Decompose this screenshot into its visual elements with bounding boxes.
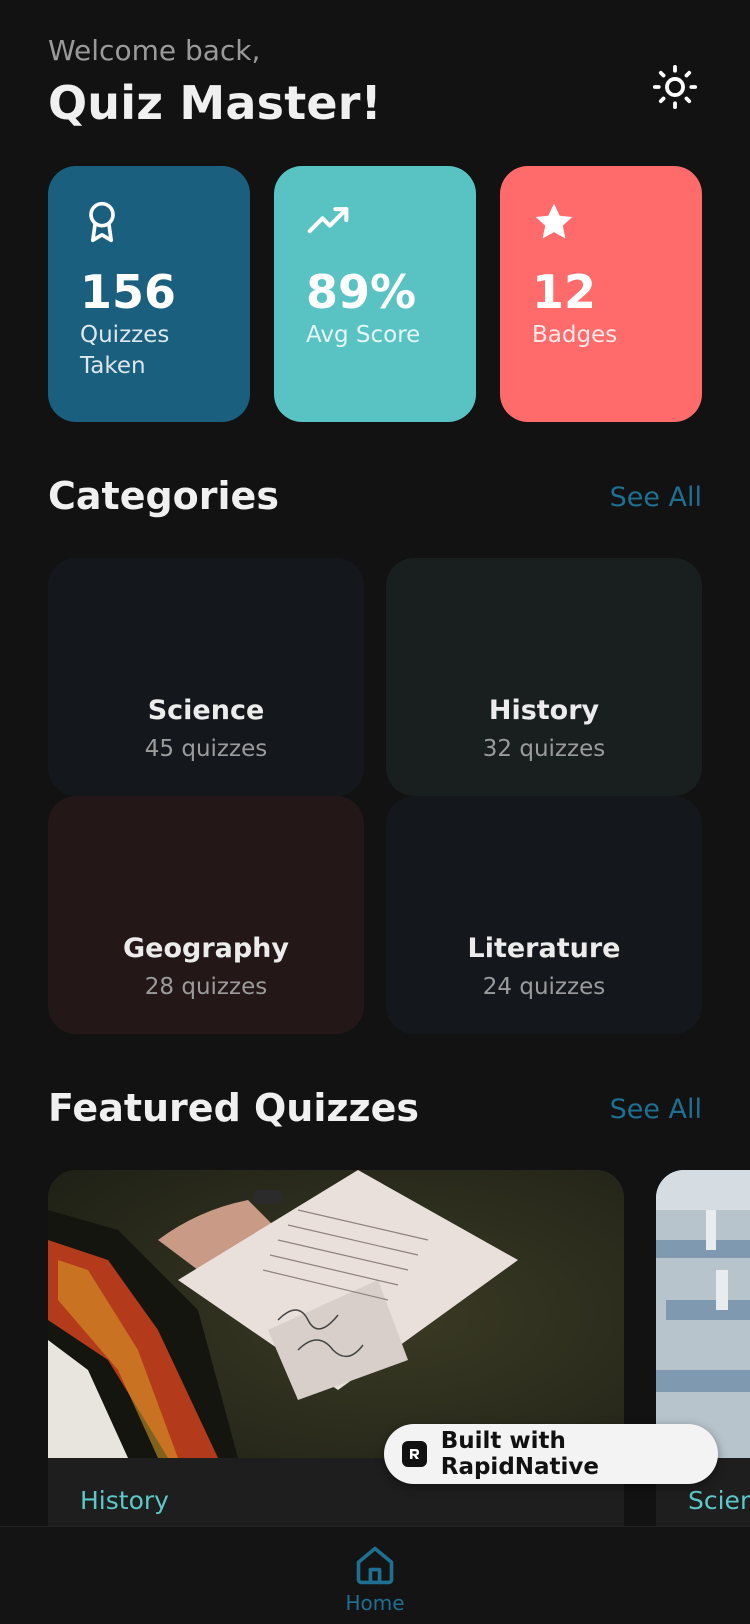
category-name: Science [147,695,265,726]
trending-up-icon [307,207,349,234]
stat-value: 12 [532,265,597,319]
stat-value: 89% [306,265,417,319]
featured-quiz-image [656,1170,750,1458]
header: Welcome back, Quiz Master! [48,34,702,134]
award-icon [89,201,115,243]
category-count: 24 quizzes [482,974,606,1000]
categories-see-all-link[interactable]: See All [610,482,702,513]
star-icon [535,203,573,239]
featured-quiz-category: Science [688,1486,750,1515]
stat-value: 156 [80,265,177,319]
category-card-history[interactable]: History 32 quizzes [386,558,702,796]
stat-label: Quizzes Taken [80,322,170,380]
category-name: History [488,695,600,726]
featured-see-all-link[interactable]: See All [610,1094,702,1125]
stat-label: Badges [532,322,618,349]
featured-quiz-category: History [80,1486,169,1515]
category-card-literature[interactable]: Literature 24 quizzes [386,796,702,1034]
category-name: Geography [122,933,290,964]
nav-home-tab[interactable]: Home [345,1543,405,1615]
category-count: 28 quizzes [144,974,268,1000]
built-with-text: Built with RapidNative [440,1428,600,1480]
categories-title: Categories [48,474,279,518]
stats-row: 156 Quizzes Taken 89% Avg Score 12 Badge… [48,166,702,422]
sun-icon [652,64,698,110]
theme-toggle-button[interactable] [648,60,702,114]
bottom-nav: Home [0,1526,750,1624]
nav-home-label: Home [345,1591,405,1615]
welcome-text: Welcome back, [48,34,261,67]
rapidnative-logo-icon [402,1441,427,1467]
stat-card-quizzes[interactable]: 156 Quizzes Taken [48,166,250,422]
featured-title: Featured Quizzes [48,1086,420,1130]
category-count: 32 quizzes [482,736,606,762]
category-card-science[interactable]: Science 45 quizzes [48,558,364,796]
stat-card-avg-score[interactable]: 89% Avg Score [274,166,476,422]
category-card-geography[interactable]: Geography 28 quizzes [48,796,364,1034]
categories-grid: Science 45 quizzes History 32 quizzes Ge… [48,558,702,1034]
category-count: 45 quizzes [144,736,268,762]
stat-label: Avg Score [306,322,421,349]
category-name: Literature [467,933,621,964]
page-title: Quiz Master! [48,76,382,130]
built-with-badge[interactable]: Built with RapidNative [384,1424,718,1484]
home-icon [356,1546,394,1585]
stat-card-badges[interactable]: 12 Badges [500,166,702,422]
featured-quiz-image [48,1170,624,1458]
